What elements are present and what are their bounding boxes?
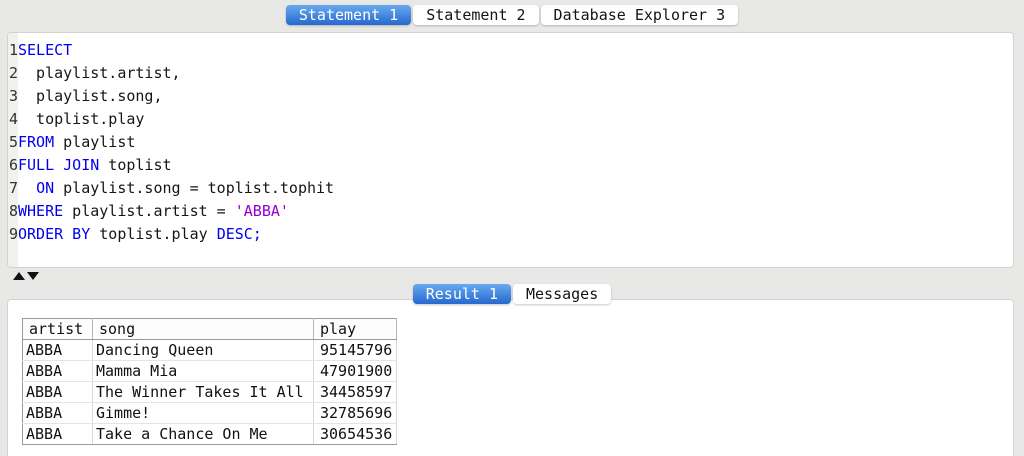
line-number: 5 <box>8 133 18 151</box>
table-row[interactable]: ABBA Mamma Mia 47901900 <box>22 360 398 382</box>
sql-app-screen: Statement 1 Statement 2 Database Explorer … <box>0 0 1024 456</box>
cell-play[interactable]: 32785696 <box>313 402 398 424</box>
sql-editor[interactable]: 1SELECT 2 playlist.artist, 3 playlist.song… <box>7 32 1014 268</box>
result-panel: artist song play ABBA Dancing Queen 95145796… <box>7 299 1014 456</box>
line-number: 1 <box>8 41 18 59</box>
code-line-7[interactable]: 7 ON playlist.song = toplist.tophit <box>8 177 334 200</box>
cell-artist[interactable]: ABBA <box>22 360 93 382</box>
code-token-keyword: SELECT <box>18 41 73 59</box>
code-line-1[interactable]: 1SELECT <box>8 39 334 62</box>
code-token-keyword: ORDER BY <box>18 225 91 243</box>
cell-artist[interactable]: ABBA <box>22 339 93 361</box>
code-token-keyword: WHERE <box>18 202 64 220</box>
code-token-plain: playlist <box>54 133 136 151</box>
code-line-8[interactable]: 8WHERE playlist.artist = 'ABBA' <box>8 200 334 223</box>
tab-result-1[interactable]: Result 1 <box>412 284 511 304</box>
result-table-body: ABBA Dancing Queen 95145796 ABBA Mamma Mia 47… <box>22 339 398 445</box>
tab-messages[interactable]: Messages <box>513 284 612 304</box>
tab-statement-2[interactable]: Statement 2 <box>413 5 539 25</box>
code-line-2[interactable]: 2 playlist.artist, <box>8 62 334 85</box>
line-number: 6 <box>8 156 18 174</box>
code-token-plain: toplist.play <box>18 110 145 128</box>
tab-database-explorer-3[interactable]: Database Explorer 3 <box>540 5 739 25</box>
code-token-string: 'ABBA' <box>234 202 289 220</box>
code-token-plain: playlist.artist = <box>63 202 235 220</box>
cell-artist[interactable]: ABBA <box>22 402 93 424</box>
code-line-5[interactable]: 5FROM playlist <box>8 131 334 154</box>
code-line-6[interactable]: 6FULL JOIN toplist <box>8 154 334 177</box>
code-line-3[interactable]: 3 playlist.song, <box>8 85 334 108</box>
cell-song[interactable]: Dancing Queen <box>92 339 314 361</box>
cell-artist[interactable]: ABBA <box>22 423 93 445</box>
result-table-header: artist song play <box>22 318 398 340</box>
code-token-plain: playlist.song = toplist.tophit <box>54 179 335 197</box>
table-row[interactable]: ABBA Dancing Queen 95145796 <box>22 339 398 361</box>
line-number: 2 <box>8 64 18 82</box>
line-number: 3 <box>8 87 18 105</box>
code-token-keyword: DESC; <box>216 225 262 243</box>
code-line-9[interactable]: 9ORDER BY toplist.play DESC; <box>8 223 334 246</box>
table-row[interactable]: ABBA Take a Chance On Me 30654536 <box>22 423 398 445</box>
line-number: 8 <box>8 202 18 220</box>
collapse-editor-arrow-icon[interactable] <box>13 272 25 280</box>
cell-song[interactable]: Take a Chance On Me <box>92 423 314 445</box>
code-token-plain: playlist.artist, <box>18 64 181 82</box>
table-row[interactable]: ABBA Gimme! 32785696 <box>22 402 398 424</box>
query-result-table: artist song play ABBA Dancing Queen 95145796… <box>22 318 398 445</box>
sql-code-area[interactable]: 1SELECT 2 playlist.artist, 3 playlist.song… <box>8 39 334 246</box>
table-row[interactable]: ABBA The Winner Takes It All 34458597 <box>22 381 398 403</box>
line-number: 4 <box>8 110 18 128</box>
code-token-keyword: FROM <box>18 133 55 151</box>
result-tab-bar: Result 1 Messages <box>0 284 1024 304</box>
code-token-keyword: ON <box>36 179 55 197</box>
code-token-plain: toplist.play <box>90 225 217 243</box>
statement-tab-bar: Statement 1 Statement 2 Database Explorer … <box>0 5 1024 25</box>
code-token-plain: toplist <box>99 156 172 174</box>
cell-play[interactable]: 95145796 <box>313 339 398 361</box>
collapse-result-arrow-icon[interactable] <box>27 272 39 280</box>
tab-statement-1[interactable]: Statement 1 <box>285 5 412 25</box>
code-token-plain: playlist.song, <box>18 87 163 105</box>
column-header-artist[interactable]: artist <box>22 318 93 340</box>
cell-artist[interactable]: ABBA <box>22 381 93 403</box>
cell-play[interactable]: 47901900 <box>313 360 398 382</box>
column-header-play[interactable]: play <box>313 318 398 340</box>
cell-song[interactable]: Gimme! <box>92 402 314 424</box>
code-line-4[interactable]: 4 toplist.play <box>8 108 334 131</box>
cell-play[interactable]: 34458597 <box>313 381 398 403</box>
line-number: 7 <box>8 179 18 197</box>
line-number: 9 <box>8 225 18 243</box>
column-header-song[interactable]: song <box>92 318 314 340</box>
table-header-row: artist song play <box>22 318 398 340</box>
cell-play[interactable]: 30654536 <box>313 423 398 445</box>
cell-song[interactable]: Mamma Mia <box>92 360 314 382</box>
code-token-keyword: FULL JOIN <box>18 156 100 174</box>
cell-song[interactable]: The Winner Takes It All <box>92 381 314 403</box>
